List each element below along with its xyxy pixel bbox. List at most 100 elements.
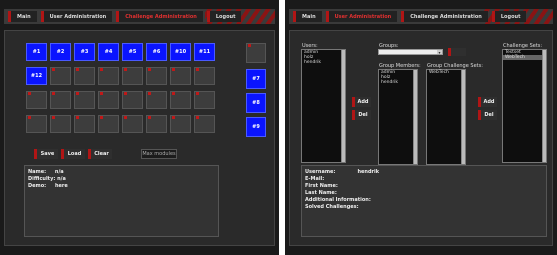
group-challenge-sets-listbox[interactable]: WebTech <box>426 69 466 165</box>
challenge-slot[interactable] <box>194 67 215 85</box>
name-label: Name: <box>28 169 47 175</box>
challenge-slot-side[interactable]: #9 <box>246 117 266 137</box>
del-member-button[interactable]: Del <box>352 110 371 120</box>
slot-corner-marker <box>172 92 175 95</box>
slot-corner-marker <box>76 116 79 119</box>
email-label: E-Mail: <box>305 176 325 182</box>
challenge-sets-scrollbar[interactable] <box>542 50 546 162</box>
challenge-slot-side[interactable]: #8 <box>246 93 266 113</box>
additional-info-label: Additional Information: <box>305 197 371 203</box>
challenge-slot[interactable] <box>146 115 167 133</box>
slot-corner-marker <box>148 68 151 71</box>
slot-corner-marker <box>100 68 103 71</box>
nav-logout[interactable]: Logout <box>491 11 527 22</box>
slot-corner-marker <box>76 68 79 71</box>
challenge-slot[interactable] <box>50 67 71 85</box>
users-listbox[interactable]: admin holz hendrik <box>301 49 346 163</box>
slot-corner-marker <box>28 92 31 95</box>
challenge-slot-side[interactable]: #7 <box>246 69 266 89</box>
group-members-listbox[interactable]: admin holz hendrik <box>378 69 418 165</box>
challenge-slot[interactable] <box>50 115 71 133</box>
difficulty-row: Difficulty: n/a <box>28 176 66 182</box>
challenge-slot[interactable] <box>74 91 95 109</box>
challenge-slot[interactable] <box>146 67 167 85</box>
nav-user-administration[interactable]: User Administration <box>325 11 398 22</box>
challenge-slot[interactable]: #3 <box>74 43 95 61</box>
user-info-panel: Username: hendrik E-Mail: First Name: Las… <box>301 165 547 237</box>
challenge-slot[interactable]: #2 <box>50 43 71 61</box>
challenge-slot[interactable] <box>194 91 215 109</box>
nav-logout[interactable]: Logout <box>206 11 242 22</box>
slot-corner-marker <box>148 92 151 95</box>
challenge-slot[interactable] <box>26 91 47 109</box>
challenge-slot[interactable] <box>98 67 119 85</box>
first-name-label: First Name: <box>305 183 338 189</box>
challenge-slot[interactable] <box>74 115 95 133</box>
challenge-sets-listbox[interactable]: Testset WebTech <box>502 49 547 163</box>
demo-row: Demo: here <box>28 183 68 189</box>
name-value: n/a <box>54 169 64 175</box>
challenge-slot[interactable]: #5 <box>122 43 143 61</box>
difficulty-value: n/a <box>57 176 66 182</box>
nav-challenge-administration[interactable]: Challenge Administration <box>401 11 488 22</box>
nav-main[interactable]: Main <box>293 11 322 22</box>
username-row: Username: hendrik <box>305 169 379 175</box>
demo-value: here <box>54 183 68 189</box>
save-button[interactable]: Save <box>34 149 58 159</box>
max-modules-input[interactable]: Max modules <box>141 149 177 159</box>
challenge-slot[interactable] <box>26 115 47 133</box>
slot-corner-marker <box>172 116 175 119</box>
user-admin-window: Main User Administration Challenge Admin… <box>285 0 557 255</box>
navbar: Main User Administration Challenge Admin… <box>289 9 553 24</box>
list-item[interactable]: hendrik <box>379 80 417 85</box>
challenge-details-panel: Name: n/a Difficulty: n/a Demo: here <box>24 165 219 237</box>
challenge-slot[interactable] <box>98 91 119 109</box>
slot-corner-marker <box>196 68 199 71</box>
group-challenge-sets-scrollbar[interactable] <box>461 70 465 164</box>
slot-corner-marker <box>196 116 199 119</box>
navbar: Main User Administration Challenge Admin… <box>4 9 275 24</box>
challenge-slot[interactable]: #12 <box>26 67 47 85</box>
challenge-slot[interactable] <box>146 91 167 109</box>
groups-action-button[interactable] <box>448 48 466 56</box>
challenge-slot[interactable] <box>122 91 143 109</box>
add-challenge-set-button[interactable]: Add <box>478 97 497 107</box>
slot-corner-marker <box>52 92 55 95</box>
slot-corner-marker <box>52 68 55 71</box>
del-challenge-set-button[interactable]: Del <box>478 110 497 120</box>
slot-corner-marker <box>148 116 151 119</box>
add-member-button[interactable]: Add <box>352 97 371 107</box>
challenge-slot[interactable] <box>98 115 119 133</box>
nav-main[interactable]: Main <box>8 11 37 22</box>
challenge-slot[interactable] <box>194 115 215 133</box>
nav-user-administration[interactable]: User Administration <box>40 11 113 22</box>
challenge-slot[interactable] <box>170 67 191 85</box>
challenge-slot[interactable] <box>170 91 191 109</box>
groups-select[interactable]: ▾ <box>378 49 443 55</box>
challenge-slot[interactable]: #4 <box>98 43 119 61</box>
challenge-slot[interactable] <box>50 91 71 109</box>
load-button[interactable]: Load <box>61 149 85 159</box>
challenge-slot[interactable] <box>170 115 191 133</box>
challenge-slot[interactable] <box>122 115 143 133</box>
slot-corner-marker <box>172 68 175 71</box>
demo-label: Demo: <box>28 183 47 189</box>
chevron-down-icon: ▾ <box>437 50 442 55</box>
challenge-slot[interactable] <box>74 67 95 85</box>
clear-button[interactable]: Clear <box>88 149 112 159</box>
list-item[interactable]: hendrik <box>302 60 345 65</box>
challenge-slot[interactable] <box>122 67 143 85</box>
nav-challenge-administration[interactable]: Challenge Administration <box>116 11 203 22</box>
list-item[interactable]: WebTech <box>503 55 546 60</box>
challenge-slot[interactable]: #1 <box>26 43 47 61</box>
challenge-slot[interactable]: #10 <box>170 43 191 61</box>
challenge-slot[interactable]: #11 <box>194 43 215 61</box>
users-scrollbar[interactable] <box>341 50 345 162</box>
list-item[interactable]: WebTech <box>427 70 465 75</box>
slot-corner-marker <box>28 116 31 119</box>
slot-corner-marker <box>100 116 103 119</box>
challenge-slot[interactable]: #6 <box>146 43 167 61</box>
challenge-slot-side[interactable] <box>246 43 266 63</box>
group-members-scrollbar[interactable] <box>413 70 417 164</box>
slot-corner-marker <box>52 116 55 119</box>
